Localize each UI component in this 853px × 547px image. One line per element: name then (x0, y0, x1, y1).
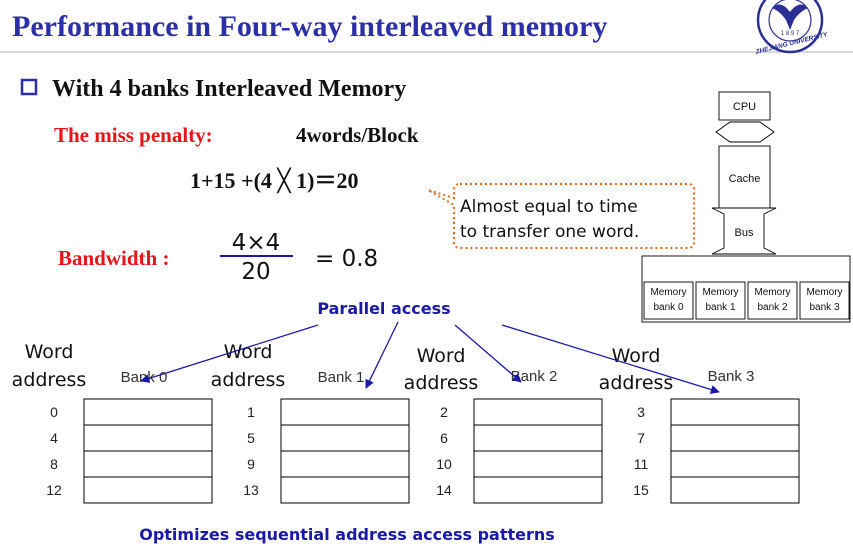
bandwidth-label: Bandwidth : (58, 246, 169, 270)
word-address-label-line-2: address (211, 369, 286, 391)
address-number: 12 (46, 482, 62, 498)
bank-name: Bank 1 (318, 369, 365, 386)
hierarchy-bank-line-1: Memory (754, 287, 790, 298)
address-number: 5 (247, 430, 255, 446)
miss-penalty-value: 4words/Block (296, 123, 419, 147)
bullet-heading: With 4 banks Interleaved Memory (52, 76, 406, 102)
logo-year: 1 8 9 7 (781, 31, 800, 37)
bank-cell (670, 476, 800, 504)
bank-cell (83, 450, 213, 478)
address-number: 11 (634, 456, 649, 472)
address-number: 2 (440, 404, 448, 420)
word-address-label-line-1: Word (417, 345, 466, 367)
hierarchy-bank-line-2: bank 0 (653, 302, 683, 313)
word-address-label-line-2: address (599, 372, 674, 394)
callout: Almost equal to time to transfer one wor… (427, 183, 695, 249)
bandwidth-denominator: 20 (241, 259, 270, 285)
address-number: 10 (436, 456, 452, 472)
bus-label: Bus (735, 227, 754, 239)
address-number: 9 (247, 456, 255, 472)
address-number: 0 (50, 404, 58, 420)
bullet-square-icon (20, 78, 38, 96)
bandwidth-result: = 0.8 (315, 246, 378, 272)
hierarchy-bank-line-2: bank 2 (757, 302, 787, 313)
hierarchy-bank-line-2: bank 3 (809, 302, 839, 313)
word-address-label-line-1: Word (25, 341, 74, 363)
miss-penalty-label: The miss penalty: (54, 123, 213, 147)
address-number: 14 (436, 482, 452, 498)
bank-group-2: Word address Bank 2 2 6 10 14 (404, 345, 603, 504)
bank-cell (670, 398, 800, 426)
cache-label: Cache (729, 173, 761, 185)
bank-cell (83, 398, 213, 426)
bank-cell (280, 424, 410, 452)
word-address-label-line-2: address (404, 372, 479, 394)
bank-cell (473, 476, 603, 504)
bank-group-3: Word address Bank 3 3 7 11 15 (599, 345, 800, 504)
address-number: 6 (440, 430, 448, 446)
bank-cell (83, 424, 213, 452)
address-number: 7 (637, 430, 645, 446)
address-number: 8 (50, 456, 58, 472)
callout-line-2: to transfer one word. (460, 222, 639, 242)
slide-title: Performance in Four-way interleaved memo… (12, 10, 607, 43)
word-address-label-line-1: Word (612, 345, 661, 367)
bank-cell (473, 398, 603, 426)
address-number: 3 (637, 404, 645, 420)
hierarchy-bank-line-1: Memory (702, 287, 738, 298)
cpu-label: CPU (733, 101, 756, 113)
bank-cell (670, 450, 800, 478)
hierarchy-bank-3: Memory bank 3 (799, 281, 850, 320)
bank-group-0: Word address Bank 0 0 4 8 12 (12, 341, 213, 504)
bank-name: Bank 0 (121, 369, 168, 386)
address-number: 15 (633, 482, 649, 498)
bank-cell (280, 450, 410, 478)
arrow-to-bank-1 (365, 321, 399, 389)
hierarchy-bank-1: Memory bank 1 (695, 281, 746, 320)
bank-name: Bank 2 (511, 368, 558, 385)
word-address-label-line-2: address (12, 369, 87, 391)
cpu-cache-link-icon (715, 121, 775, 143)
callout-line-1: Almost equal to time (460, 197, 638, 217)
bank-cell (280, 476, 410, 504)
footer-caption: Optimizes sequential address access patt… (139, 525, 555, 544)
address-number: 13 (243, 482, 259, 498)
hierarchy-bank-line-2: bank 1 (705, 302, 735, 313)
hierarchy-bank-line-1: Memory (806, 287, 842, 298)
parallel-access-label: Parallel access (317, 299, 450, 318)
bandwidth-numerator: 4×4 (232, 230, 281, 256)
hierarchy-bank-2: Memory bank 2 (747, 281, 798, 320)
university-logo: 1 8 9 7 ZHEJIANG UNIVERSITY (754, 0, 829, 56)
address-number: 1 (247, 404, 255, 420)
slide: Performance in Four-way interleaved memo… (0, 0, 853, 544)
bank-cell (280, 398, 410, 426)
bank-cell (473, 450, 603, 478)
hierarchy-bank-0: Memory bank 0 (643, 281, 694, 320)
address-number: 4 (50, 430, 58, 446)
bank-cell (83, 476, 213, 504)
hierarchy-bank-line-1: Memory (650, 287, 686, 298)
bank-group-1: Wordaddress Bank 115913 (211, 341, 410, 504)
bank-name: Bank 3 (708, 368, 755, 385)
bank-cell (473, 424, 603, 452)
miss-penalty-formula: 1+15 +(4 ╳ 1)＝20 (190, 167, 358, 194)
bank-cell (670, 424, 800, 452)
